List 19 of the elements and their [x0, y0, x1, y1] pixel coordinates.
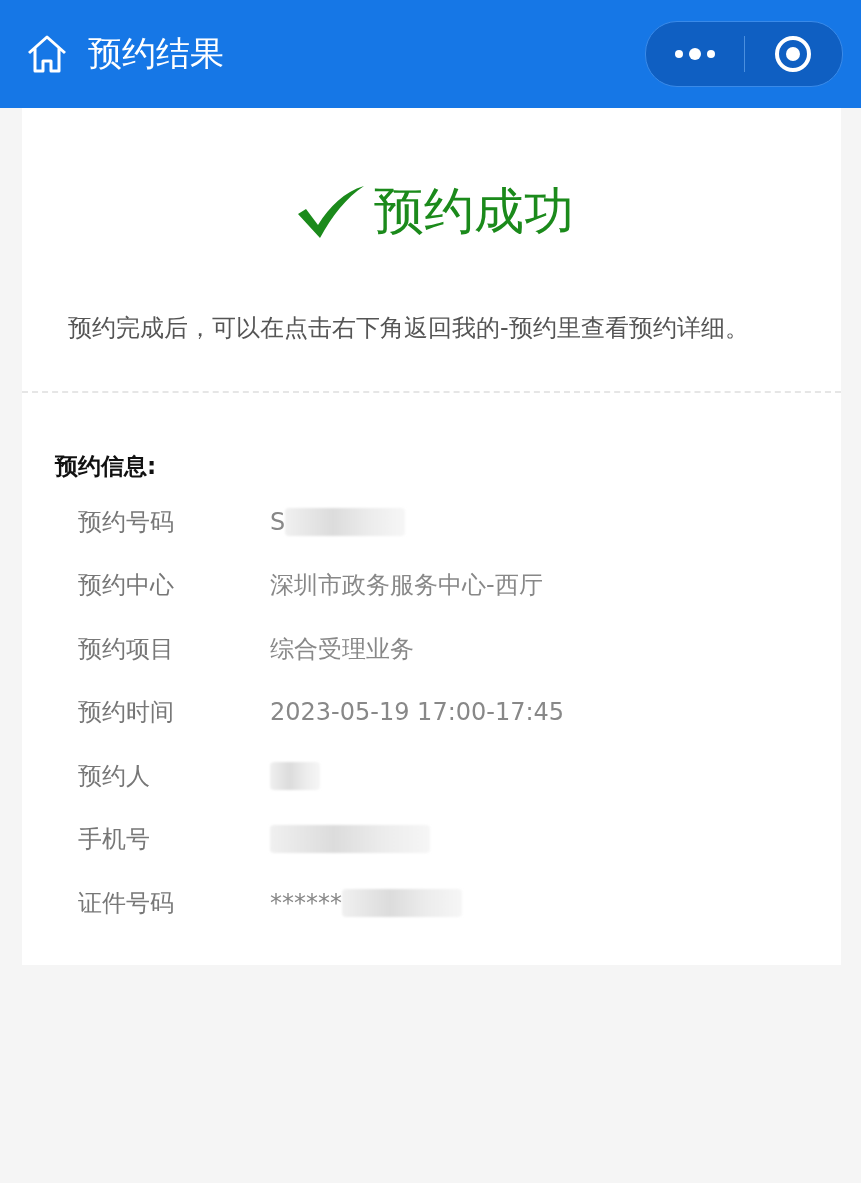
field-value: 综合受理业务 [270, 633, 414, 665]
field-label: 证件号码 [78, 887, 175, 919]
field-value: S [270, 507, 286, 536]
section-heading: 预约信息: [55, 452, 158, 481]
home-icon[interactable] [26, 34, 68, 74]
success-title: 预约成功 [373, 181, 574, 242]
field-value: ****** [270, 888, 342, 917]
field-label: 预约人 [78, 760, 151, 792]
field-label: 预约时间 [78, 697, 175, 729]
result-note: 预约完成后，可以在点击右下角返回我的-预约里查看预约详细。 [68, 313, 750, 344]
field-value: 深圳市政务服务中心-西厅 [270, 570, 543, 602]
field-label: 预约号码 [78, 506, 175, 538]
field-label: 预约中心 [78, 570, 175, 602]
target-icon [774, 35, 813, 73]
more-icon [672, 47, 717, 61]
field-label: 预约项目 [78, 633, 175, 665]
field-value: 2023-05-19 17:00-17:45 [270, 698, 565, 727]
page-title: 预约结果 [88, 32, 225, 75]
field-label: 手机号 [78, 824, 151, 856]
